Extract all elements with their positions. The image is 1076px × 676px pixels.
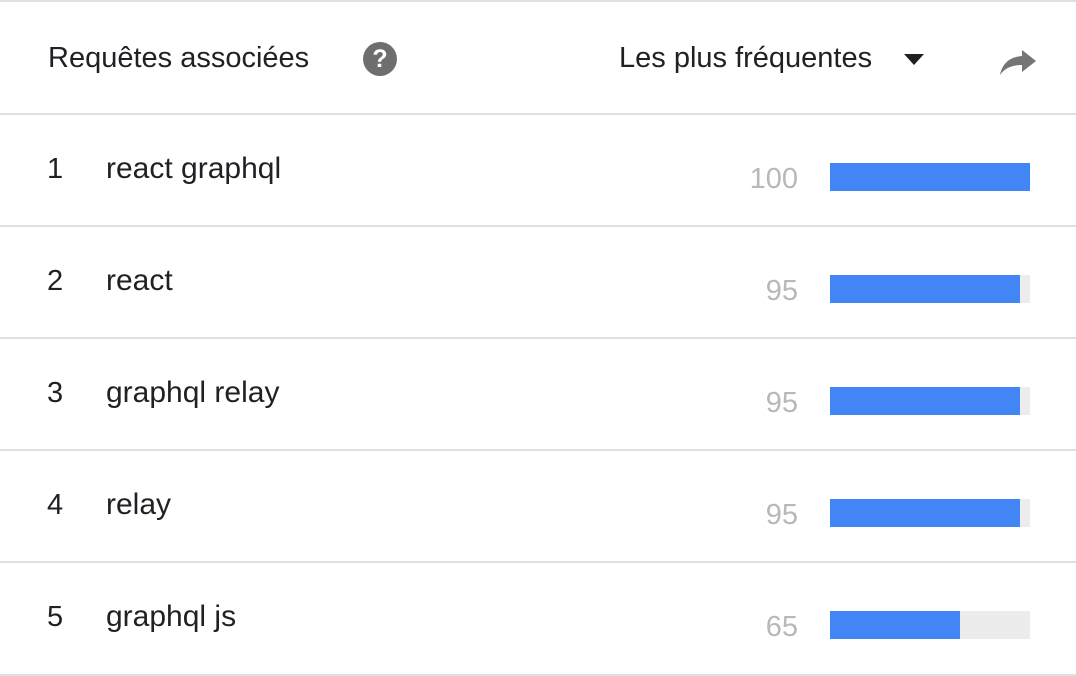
card-title: Requêtes associées <box>48 42 310 74</box>
share-icon[interactable] <box>998 46 1038 78</box>
query-link[interactable]: graphql js <box>106 599 236 635</box>
related-queries-card: Requêtes associées ? Les plus fréquentes… <box>0 0 1076 676</box>
query-list: 1 react graphql 100 2 react 95 3 graphql… <box>0 115 1076 673</box>
interest-bar-track <box>830 387 1030 415</box>
interest-value: 65 <box>765 611 798 643</box>
interest-bar-fill <box>830 275 1020 303</box>
caret-down-icon <box>904 54 925 65</box>
interest-value: 100 <box>749 163 798 195</box>
query-row[interactable]: 3 graphql relay 95 <box>0 339 1076 451</box>
interest-bar-fill <box>830 499 1020 527</box>
interest-bar-track <box>830 163 1030 191</box>
sort-dropdown[interactable]: Les plus fréquentes <box>619 40 925 80</box>
query-link[interactable]: relay <box>106 487 171 523</box>
interest-bar-fill <box>830 163 1030 191</box>
query-link[interactable]: graphql relay <box>106 375 279 411</box>
interest-value: 95 <box>765 275 798 307</box>
interest-bar-track <box>830 611 1030 639</box>
rank-number: 4 <box>47 489 64 521</box>
rank-number: 5 <box>47 601 64 633</box>
sort-label: Les plus fréquentes <box>619 42 873 74</box>
query-row[interactable]: 4 relay 95 <box>0 451 1076 563</box>
query-row[interactable]: 5 graphql js 65 <box>0 563 1076 673</box>
interest-value: 95 <box>765 499 798 531</box>
interest-value: 95 <box>765 387 798 419</box>
card-header: Requêtes associées ? Les plus fréquentes <box>0 2 1076 115</box>
interest-bar-fill <box>830 387 1020 415</box>
rank-number: 3 <box>47 377 64 409</box>
interest-bar-track <box>830 275 1030 303</box>
query-link[interactable]: react graphql <box>106 151 281 187</box>
interest-bar-fill <box>830 611 960 639</box>
rank-number: 1 <box>47 153 64 185</box>
query-row[interactable]: 2 react 95 <box>0 227 1076 339</box>
rank-number: 2 <box>47 265 64 297</box>
help-icon[interactable]: ? <box>363 42 397 76</box>
interest-bar-track <box>830 499 1030 527</box>
query-link[interactable]: react <box>106 263 173 299</box>
query-row[interactable]: 1 react graphql 100 <box>0 115 1076 227</box>
